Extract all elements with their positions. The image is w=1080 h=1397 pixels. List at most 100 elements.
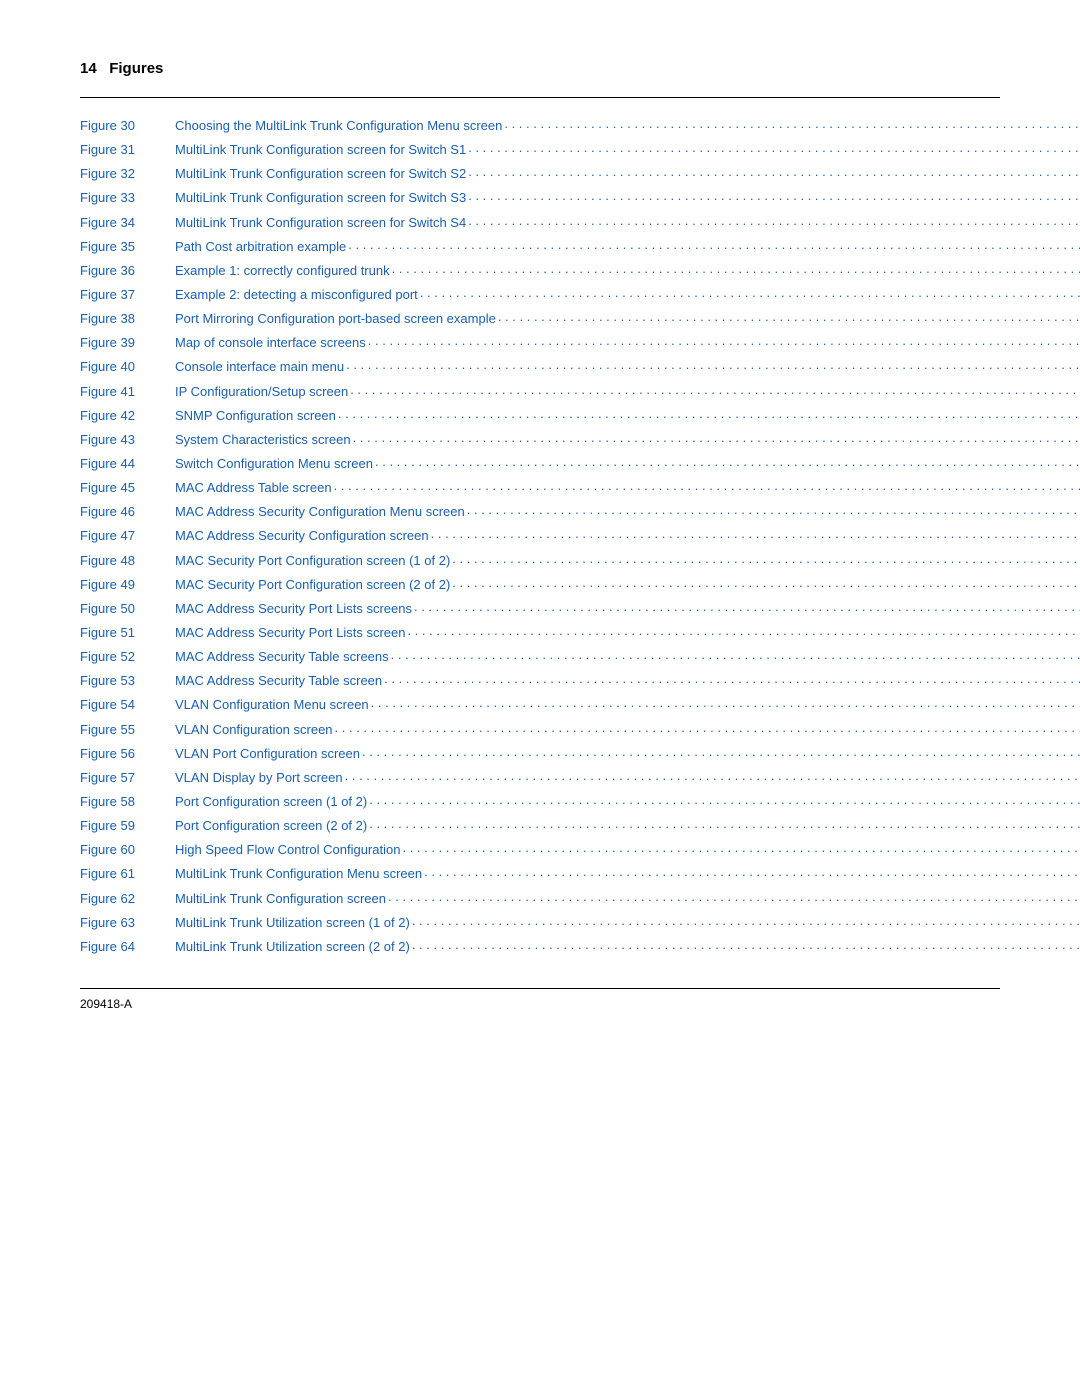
fig-title: Choosing the MultiLink Trunk Configurati… (175, 116, 1080, 137)
fig-label: Figure 43 (80, 430, 175, 450)
fig-title-text: MAC Security Port Configuration screen (… (175, 575, 450, 595)
header-section: 14 Figures (80, 60, 1000, 77)
fig-title: SNMP Configuration screen99 (175, 406, 1080, 427)
fig-title-text: MultiLink Trunk Utilization screen (2 of… (175, 937, 410, 957)
toc-row[interactable]: Figure 47MAC Address Security Configurat… (80, 526, 1000, 547)
fig-title-text: Port Configuration screen (2 of 2) (175, 816, 367, 836)
fig-title: Port Configuration screen (2 of 2)130 (175, 816, 1080, 837)
dot-leader (431, 524, 1080, 545)
toc-row[interactable]: Figure 36Example 1: correctly configured… (80, 261, 1000, 282)
dot-leader (392, 259, 1080, 280)
fig-title: Example 2: detecting a misconfigured por… (175, 285, 1080, 306)
toc-row[interactable]: Figure 50MAC Address Security Port Lists… (80, 599, 1000, 620)
dot-leader (452, 573, 1080, 594)
fig-title-text: MAC Address Security Table screen (175, 671, 382, 691)
toc-list: Figure 30Choosing the MultiLink Trunk Co… (80, 116, 1000, 958)
toc-row[interactable]: Figure 30Choosing the MultiLink Trunk Co… (80, 116, 1000, 137)
toc-row[interactable]: Figure 46MAC Address Security Configurat… (80, 502, 1000, 523)
fig-title-text: MAC Address Security Configuration scree… (175, 526, 429, 546)
fig-title: Path Cost arbitration example82 (175, 237, 1080, 258)
toc-row[interactable]: Figure 41IP Configuration/Setup screen94 (80, 382, 1000, 403)
fig-label: Figure 36 (80, 261, 175, 281)
fig-title-text: MAC Address Table screen (175, 478, 332, 498)
fig-title-text: Map of console interface screens (175, 333, 366, 353)
dot-leader (346, 355, 1080, 376)
toc-row[interactable]: Figure 43System Characteristics screen10… (80, 430, 1000, 451)
toc-row[interactable]: Figure 62MultiLink Trunk Configuration s… (80, 889, 1000, 910)
fig-title-text: Example 1: correctly configured trunk (175, 261, 390, 281)
fig-label: Figure 35 (80, 237, 175, 257)
fig-label: Figure 33 (80, 188, 175, 208)
fig-title: MAC Address Security Configuration Menu … (175, 502, 1080, 523)
fig-title-text: MAC Address Security Port Lists screen (175, 623, 405, 643)
fig-title: MAC Security Port Configuration screen (… (175, 551, 1080, 572)
fig-title: Port Mirroring Configuration port-based … (175, 309, 1080, 330)
dot-leader (420, 283, 1080, 304)
toc-row[interactable]: Figure 53MAC Address Security Table scre… (80, 671, 1000, 692)
fig-label: Figure 55 (80, 720, 175, 740)
fig-label: Figure 52 (80, 647, 175, 667)
toc-row[interactable]: Figure 33MultiLink Trunk Configuration s… (80, 188, 1000, 209)
dot-leader (335, 718, 1080, 739)
fig-title: System Characteristics screen101 (175, 430, 1080, 451)
dot-leader (388, 887, 1080, 908)
fig-label: Figure 53 (80, 671, 175, 691)
toc-row[interactable]: Figure 56VLAN Port Configuration screen1… (80, 744, 1000, 765)
toc-row[interactable]: Figure 51MAC Address Security Port Lists… (80, 623, 1000, 644)
toc-row[interactable]: Figure 60High Speed Flow Control Configu… (80, 840, 1000, 861)
dot-leader (384, 669, 1080, 690)
toc-row[interactable]: Figure 39Map of console interface screen… (80, 333, 1000, 354)
toc-row[interactable]: Figure 45MAC Address Table screen106 (80, 478, 1000, 499)
fig-label: Figure 50 (80, 599, 175, 619)
dot-leader (362, 742, 1080, 763)
fig-label: Figure 57 (80, 768, 175, 788)
dot-leader (468, 211, 1080, 232)
fig-title: MultiLink Trunk Configuration screen136 (175, 889, 1080, 910)
fig-label: Figure 41 (80, 382, 175, 402)
fig-title-text: MultiLink Trunk Configuration Menu scree… (175, 864, 422, 884)
dot-leader (369, 814, 1080, 835)
toc-row[interactable]: Figure 58Port Configuration screen (1 of… (80, 792, 1000, 813)
toc-row[interactable]: Figure 54VLAN Configuration Menu screen1… (80, 695, 1000, 716)
fig-label: Figure 44 (80, 454, 175, 474)
toc-row[interactable]: Figure 52MAC Address Security Table scre… (80, 647, 1000, 668)
fig-title: High Speed Flow Control Configuration132 (175, 840, 1080, 861)
fig-title: MAC Address Security Configuration scree… (175, 526, 1080, 547)
fig-label: Figure 58 (80, 792, 175, 812)
fig-title: VLAN Configuration screen123 (175, 720, 1080, 741)
fig-title-text: Path Cost arbitration example (175, 237, 346, 257)
toc-row[interactable]: Figure 31MultiLink Trunk Configuration s… (80, 140, 1000, 161)
fig-title: Console interface main menu91 (175, 357, 1080, 378)
fig-label: Figure 38 (80, 309, 175, 329)
toc-row[interactable]: Figure 63MultiLink Trunk Utilization scr… (80, 913, 1000, 934)
toc-row[interactable]: Figure 61MultiLink Trunk Configuration M… (80, 864, 1000, 885)
toc-row[interactable]: Figure 42SNMP Configuration screen99 (80, 406, 1000, 427)
fig-label: Figure 34 (80, 213, 175, 233)
fig-title: Example 1: correctly configured trunk83 (175, 261, 1080, 282)
dot-leader (467, 500, 1080, 521)
toc-row[interactable]: Figure 49MAC Security Port Configuration… (80, 575, 1000, 596)
fig-label: Figure 39 (80, 333, 175, 353)
toc-row[interactable]: Figure 38Port Mirroring Configuration po… (80, 309, 1000, 330)
fig-title-text: MultiLink Trunk Configuration screen for… (175, 140, 466, 160)
dot-leader (468, 138, 1080, 159)
toc-row[interactable]: Figure 40Console interface main menu91 (80, 357, 1000, 378)
dot-leader (353, 428, 1080, 449)
toc-row[interactable]: Figure 37Example 2: detecting a misconfi… (80, 285, 1000, 306)
toc-row[interactable]: Figure 35Path Cost arbitration example82 (80, 237, 1000, 258)
toc-row[interactable]: Figure 48MAC Security Port Configuration… (80, 551, 1000, 572)
fig-title-text: Example 2: detecting a misconfigured por… (175, 285, 418, 305)
toc-row[interactable]: Figure 55VLAN Configuration screen123 (80, 720, 1000, 741)
fig-title: Map of console interface screens89 (175, 333, 1080, 354)
toc-row[interactable]: Figure 57VLAN Display by Port screen128 (80, 768, 1000, 789)
toc-row[interactable]: Figure 44Switch Configuration Menu scree… (80, 454, 1000, 475)
toc-row[interactable]: Figure 64MultiLink Trunk Utilization scr… (80, 937, 1000, 958)
dot-leader (414, 597, 1080, 618)
fig-title: MultiLink Trunk Configuration screen for… (175, 213, 1080, 234)
toc-row[interactable]: Figure 32MultiLink Trunk Configuration s… (80, 164, 1000, 185)
toc-row[interactable]: Figure 59Port Configuration screen (2 of… (80, 816, 1000, 837)
toc-row[interactable]: Figure 34MultiLink Trunk Configuration s… (80, 213, 1000, 234)
fig-title-text: Console interface main menu (175, 357, 344, 377)
dot-leader (407, 621, 1080, 642)
dot-leader (412, 935, 1080, 956)
